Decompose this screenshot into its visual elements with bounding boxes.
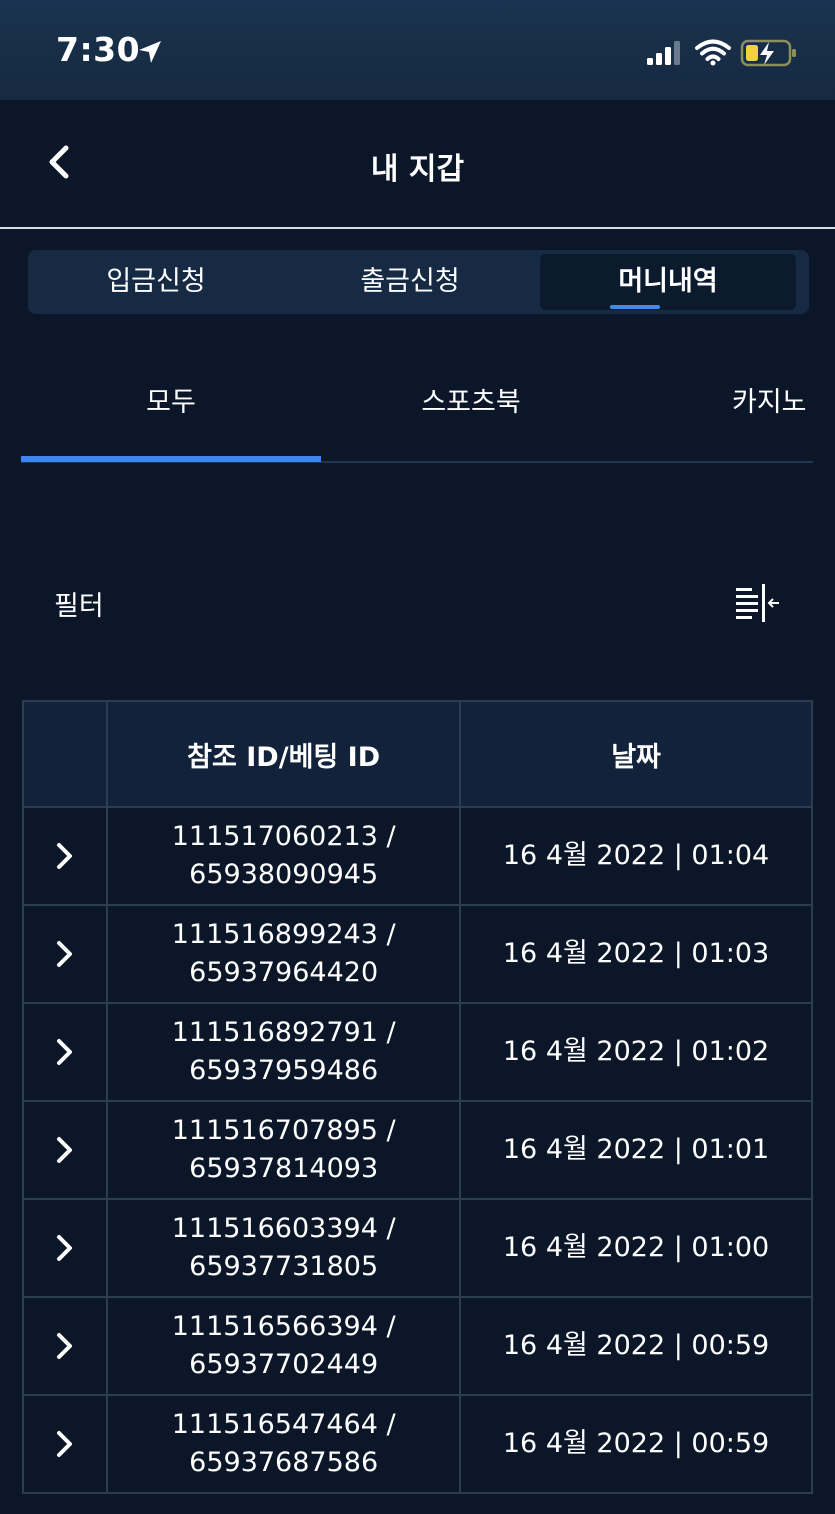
bet-id: 65937687586 <box>189 1447 379 1478</box>
subtab-casino[interactable]: 카지노 <box>700 380 835 419</box>
chevron-right-icon[interactable] <box>55 1429 75 1459</box>
chevron-right-icon[interactable] <box>55 1233 75 1263</box>
page-title: 내 지갑 <box>370 152 465 187</box>
date-cell: 16 4월 2022 | 00:59 <box>459 1394 813 1494</box>
tab-deposit[interactable]: 입금신청 <box>28 254 284 310</box>
filter-label[interactable]: 필터 <box>54 584 104 623</box>
chevron-right-icon[interactable] <box>55 1135 75 1165</box>
reference-id: 111516892791 / <box>171 1017 396 1048</box>
table-row[interactable]: 111516892791 / 65937959486 16 4월 2022 | … <box>21 1002 813 1102</box>
tab-withdraw[interactable]: 출금신청 <box>282 254 538 310</box>
bet-id: 65937814093 <box>189 1153 379 1184</box>
table-row[interactable]: 111516707895 / 65937814093 16 4월 2022 | … <box>21 1100 813 1200</box>
expand-cell[interactable] <box>21 904 109 1004</box>
reference-id: 111516707895 / <box>171 1115 396 1146</box>
bet-id: 65938090945 <box>189 859 379 890</box>
date-cell: 16 4월 2022 | 01:00 <box>459 1198 813 1298</box>
location-arrow-icon <box>139 41 161 63</box>
date-cell: 16 4월 2022 | 01:03 <box>459 904 813 1004</box>
subtab-all[interactable]: 모두 <box>21 380 321 419</box>
expand-cell[interactable] <box>21 1100 109 1200</box>
reference-id-cell: 111516566394 / 65937702449 <box>106 1296 462 1396</box>
reference-id: 111516566394 / <box>171 1311 396 1342</box>
chevron-right-icon[interactable] <box>55 939 75 969</box>
header-reference-id: 참조 ID/베팅 ID <box>106 700 462 808</box>
table-row[interactable]: 111516603394 / 65937731805 16 4월 2022 | … <box>21 1198 813 1298</box>
chevron-right-icon[interactable] <box>55 841 75 871</box>
table-row[interactable]: 111517060213 / 65938090945 16 4월 2022 | … <box>21 806 813 906</box>
tab-active-underline <box>610 305 660 309</box>
reference-id-cell: 111517060213 / 65938090945 <box>106 806 462 906</box>
reference-id-cell: 111516892791 / 65937959486 <box>106 1002 462 1102</box>
expand-cell[interactable] <box>21 1296 109 1396</box>
bet-id: 65937702449 <box>189 1349 379 1380</box>
table-row[interactable]: 111516566394 / 65937702449 16 4월 2022 | … <box>21 1296 813 1396</box>
status-bar: 7:30 <box>0 0 835 100</box>
expand-cell[interactable] <box>21 1394 109 1494</box>
expand-cell[interactable] <box>21 806 109 906</box>
table-row[interactable]: 111516899243 / 65937964420 16 4월 2022 | … <box>21 904 813 1004</box>
date-cell: 16 4월 2022 | 01:04 <box>459 806 813 906</box>
chevron-right-icon[interactable] <box>55 1331 75 1361</box>
expand-cell[interactable] <box>21 1002 109 1102</box>
header-date: 날짜 <box>459 700 813 808</box>
date-cell: 16 4월 2022 | 01:02 <box>459 1002 813 1102</box>
cellular-signal-icon <box>647 41 680 65</box>
tab-money-history[interactable]: 머니내역 <box>540 254 796 310</box>
expand-cell[interactable] <box>21 1198 109 1298</box>
subtab-active-indicator <box>21 456 321 462</box>
header-expand <box>21 700 109 808</box>
reference-id-cell: 111516899243 / 65937964420 <box>106 904 462 1004</box>
reference-id: 111516899243 / <box>171 919 396 950</box>
bet-id: 65937731805 <box>189 1251 379 1282</box>
reference-id: 111516547464 / <box>171 1409 396 1440</box>
date-cell: 16 4월 2022 | 01:01 <box>459 1100 813 1200</box>
reference-id: 111517060213 / <box>171 821 396 852</box>
chevron-right-icon[interactable] <box>55 1037 75 1067</box>
reference-id-cell: 111516603394 / 65937731805 <box>106 1198 462 1298</box>
transaction-table: 참조 ID/베팅 ID 날짜 111517060213 / 6593809094… <box>21 700 813 1494</box>
reference-id: 111516603394 / <box>171 1213 396 1244</box>
wifi-icon <box>695 39 731 66</box>
table-header-row: 참조 ID/베팅 ID 날짜 <box>21 700 813 808</box>
reference-id-cell: 111516707895 / 65937814093 <box>106 1100 462 1200</box>
wallet-tab-bar: 입금신청 출금신청 머니내역 <box>28 250 809 314</box>
battery-charging-icon <box>740 39 796 67</box>
status-time: 7:30 <box>56 30 141 69</box>
filter-collapse-icon[interactable] <box>734 582 780 622</box>
header-divider <box>0 227 835 229</box>
date-cell: 16 4월 2022 | 00:59 <box>459 1296 813 1396</box>
app-header: 내 지갑 <box>0 100 835 228</box>
reference-id-cell: 111516547464 / 65937687586 <box>106 1394 462 1494</box>
bet-id: 65937959486 <box>189 1055 379 1086</box>
subtab-sportsbook[interactable]: 스포츠북 <box>321 380 621 419</box>
bet-id: 65937964420 <box>189 957 379 988</box>
table-row[interactable]: 111516547464 / 65937687586 16 4월 2022 | … <box>21 1394 813 1494</box>
